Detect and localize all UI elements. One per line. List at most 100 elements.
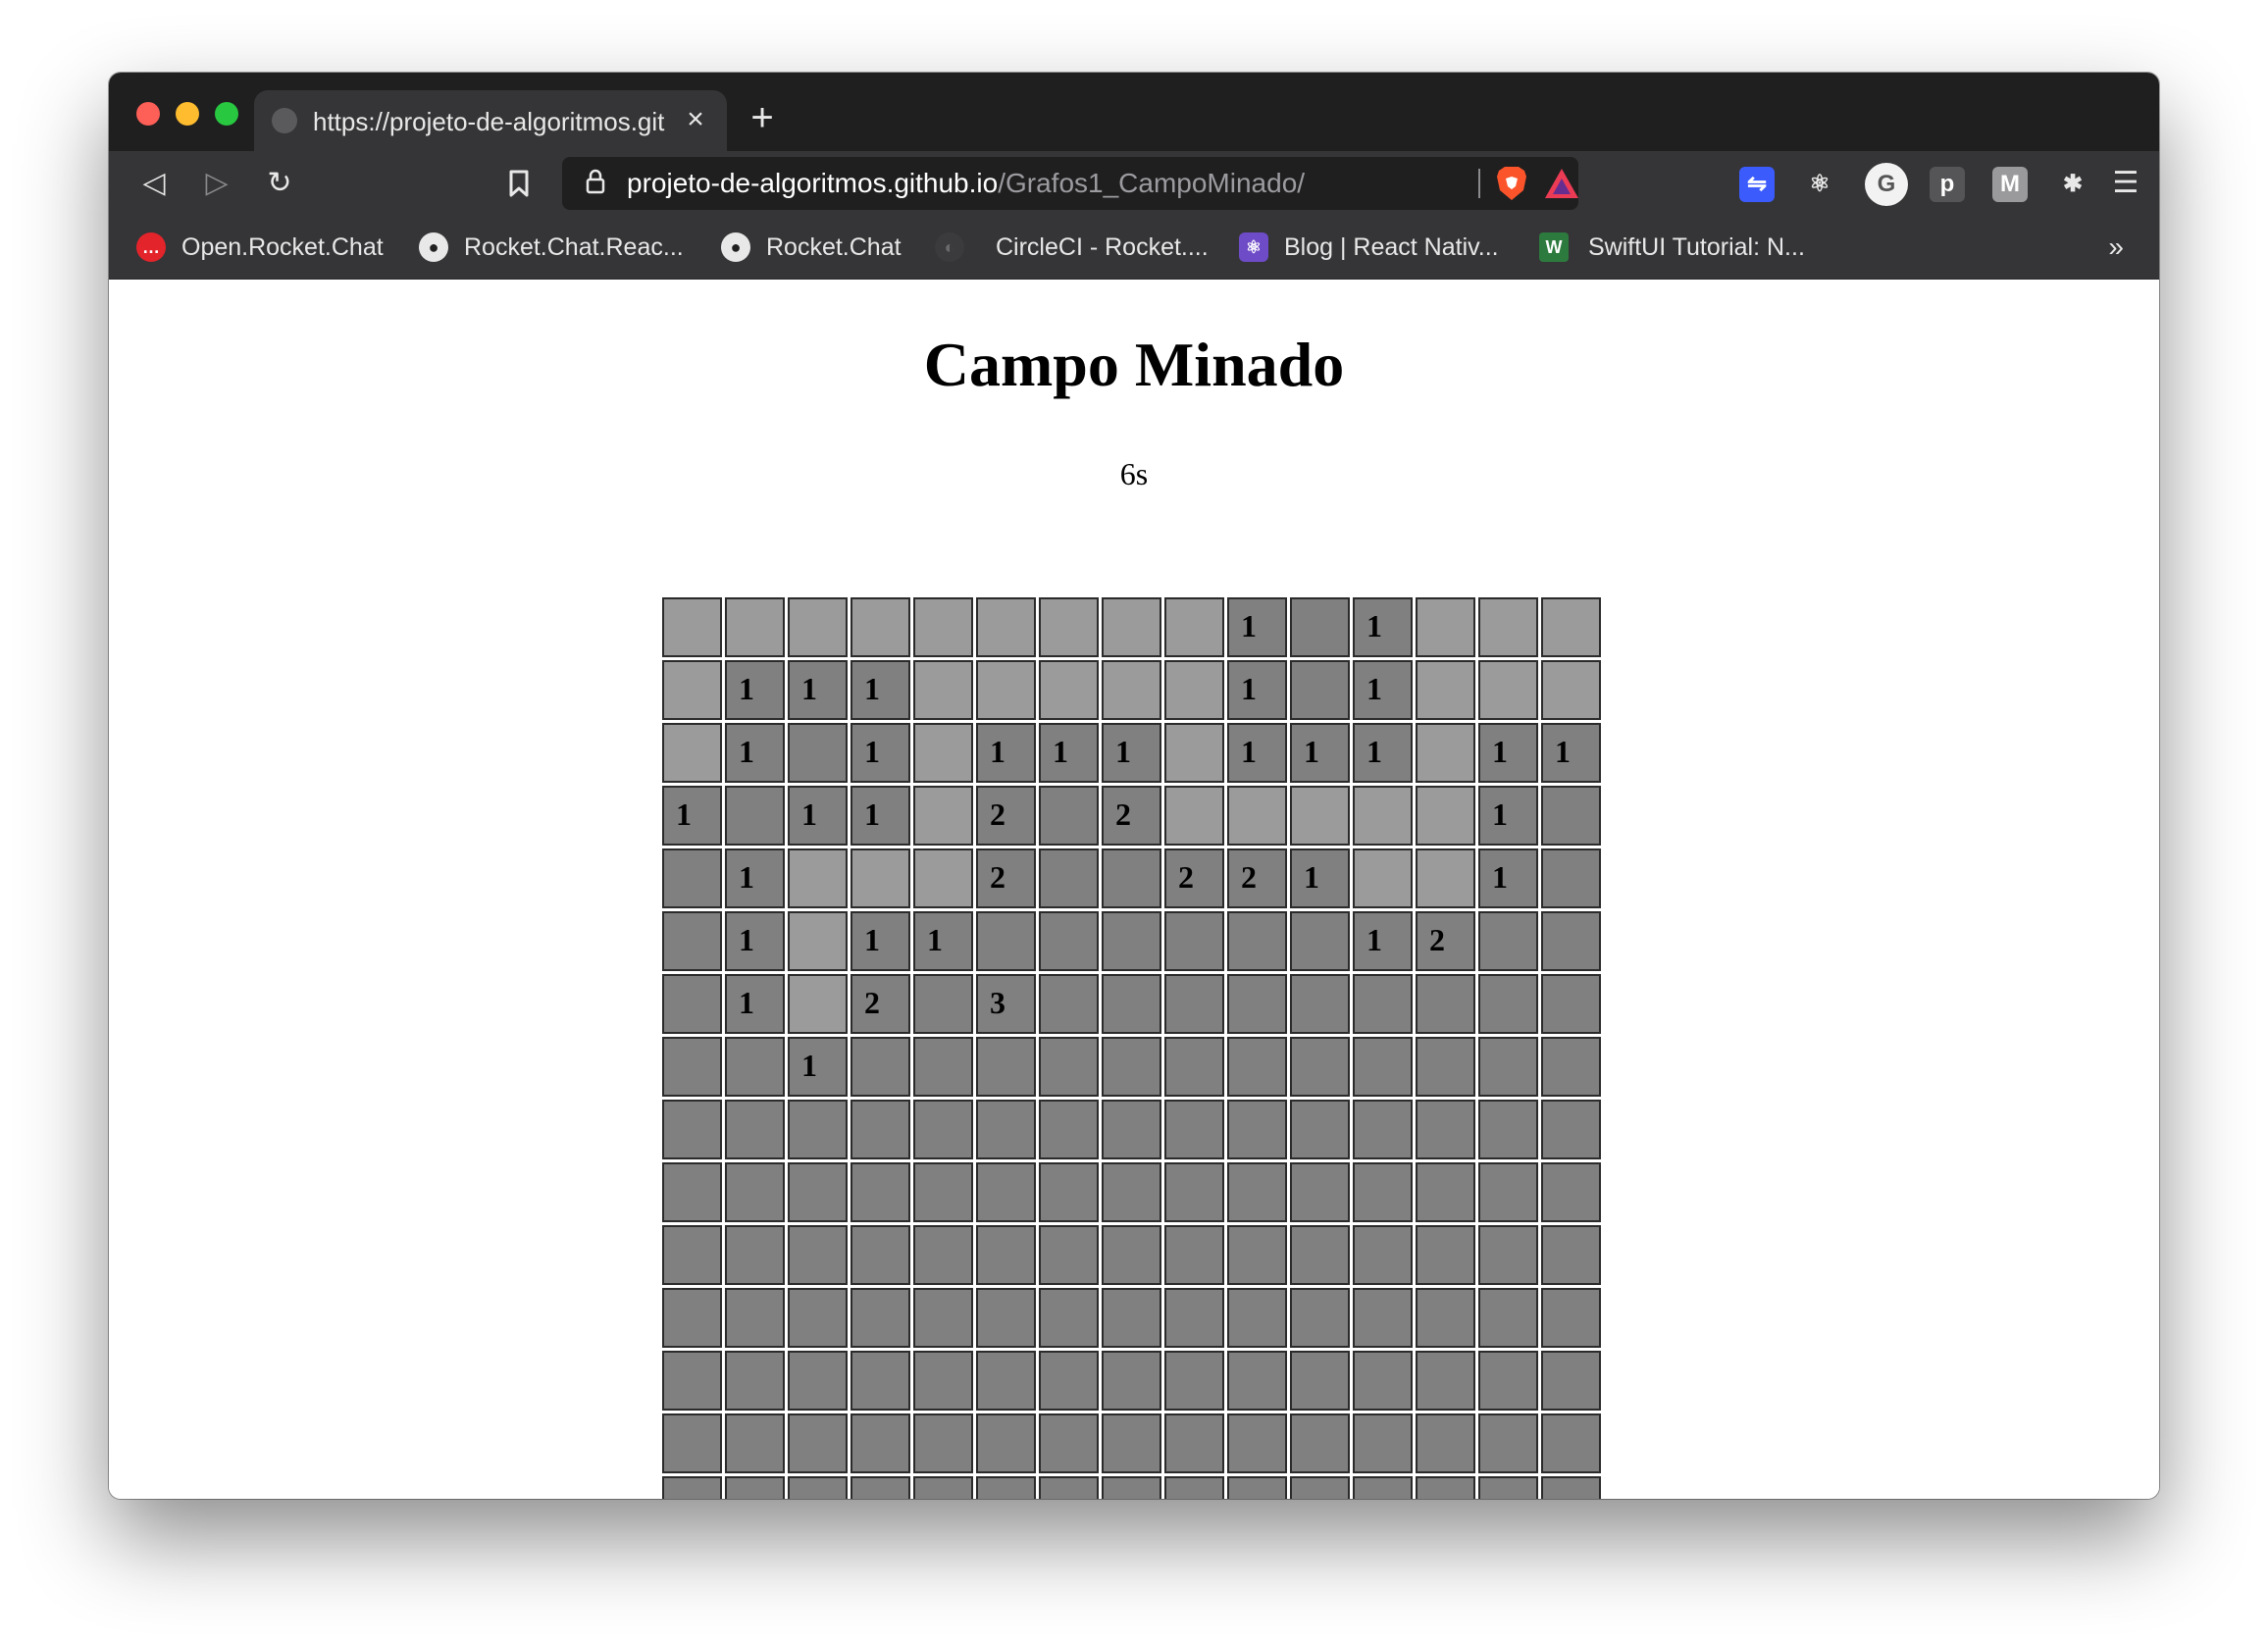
board-cell[interactable] xyxy=(1102,1162,1161,1222)
board-cell[interactable] xyxy=(850,1476,910,1499)
board-cell[interactable] xyxy=(1290,1351,1350,1411)
board-cell[interactable] xyxy=(1102,1288,1161,1348)
board-cell[interactable] xyxy=(913,1037,973,1097)
board-cell[interactable] xyxy=(1416,1476,1475,1499)
board-cell[interactable] xyxy=(1353,1413,1413,1473)
board-cell[interactable] xyxy=(1541,1351,1601,1411)
board-cell[interactable] xyxy=(1164,1100,1224,1159)
board-cell[interactable] xyxy=(1102,660,1161,720)
board-cell[interactable]: 2 xyxy=(1227,848,1287,908)
board-cell[interactable] xyxy=(1039,1037,1099,1097)
board-cell[interactable] xyxy=(850,1162,910,1222)
board-cell[interactable] xyxy=(788,1288,848,1348)
board-cell[interactable] xyxy=(662,1037,722,1097)
board-cell[interactable] xyxy=(850,1413,910,1473)
board-cell[interactable] xyxy=(1416,597,1475,657)
board-cell[interactable] xyxy=(662,597,722,657)
board-cell[interactable] xyxy=(1541,1037,1601,1097)
board-cell[interactable] xyxy=(1227,1162,1287,1222)
bookmark-page-button[interactable] xyxy=(497,163,541,204)
board-cell[interactable] xyxy=(976,1100,1036,1159)
board-cell[interactable]: 1 xyxy=(1353,660,1413,720)
board-cell[interactable] xyxy=(850,848,910,908)
board-cell[interactable]: 1 xyxy=(662,786,722,846)
board-cell[interactable] xyxy=(1039,1100,1099,1159)
zoom-window-button[interactable] xyxy=(215,102,238,126)
back-button[interactable]: ◁ xyxy=(132,163,176,204)
board-cell[interactable] xyxy=(1541,911,1601,971)
board-cell[interactable] xyxy=(1290,911,1350,971)
board-cell[interactable]: 1 xyxy=(1227,723,1287,783)
board-cell[interactable]: 1 xyxy=(1541,723,1601,783)
board-cell[interactable] xyxy=(725,1100,785,1159)
board-cell[interactable] xyxy=(1102,1037,1161,1097)
minimize-window-button[interactable] xyxy=(176,102,199,126)
board-cell[interactable] xyxy=(1164,723,1224,783)
board-cell[interactable] xyxy=(1478,597,1538,657)
board-cell[interactable] xyxy=(1164,911,1224,971)
reload-button[interactable]: ↻ xyxy=(258,163,301,204)
board-cell[interactable]: 1 xyxy=(725,660,785,720)
board-cell[interactable] xyxy=(1227,1351,1287,1411)
board-cell[interactable] xyxy=(1227,1225,1287,1285)
board-cell[interactable]: 1 xyxy=(1478,848,1538,908)
board-cell[interactable] xyxy=(662,1476,722,1499)
board-cell[interactable]: 3 xyxy=(976,974,1036,1034)
board-cell[interactable]: 2 xyxy=(1164,848,1224,908)
board-cell[interactable]: 2 xyxy=(1102,786,1161,846)
board-cell[interactable] xyxy=(1416,1413,1475,1473)
board-cell[interactable] xyxy=(788,1476,848,1499)
board-cell[interactable] xyxy=(662,1162,722,1222)
board-cell[interactable] xyxy=(976,1162,1036,1222)
board-cell[interactable] xyxy=(1478,974,1538,1034)
board-cell[interactable] xyxy=(788,1162,848,1222)
board-cell[interactable] xyxy=(1290,786,1350,846)
board-cell[interactable]: 1 xyxy=(725,848,785,908)
board-cell[interactable] xyxy=(1039,1413,1099,1473)
board-cell[interactable] xyxy=(913,723,973,783)
bookmarks-overflow-button[interactable]: » xyxy=(2108,230,2124,265)
board-cell[interactable] xyxy=(662,723,722,783)
tab-close-button[interactable]: × xyxy=(678,102,713,137)
board-cell[interactable] xyxy=(976,1225,1036,1285)
board-cell[interactable] xyxy=(976,1413,1036,1473)
board-cell[interactable] xyxy=(1416,723,1475,783)
board-cell[interactable] xyxy=(1416,1162,1475,1222)
board-cell[interactable] xyxy=(1541,1288,1601,1348)
close-window-button[interactable] xyxy=(136,102,160,126)
board-cell[interactable] xyxy=(788,1413,848,1473)
board-cell[interactable]: 1 xyxy=(976,723,1036,783)
board-cell[interactable] xyxy=(1353,786,1413,846)
m-extension-icon[interactable]: M xyxy=(1992,167,2028,202)
board-cell[interactable] xyxy=(976,1351,1036,1411)
board-cell[interactable]: 1 xyxy=(1290,723,1350,783)
board-cell[interactable] xyxy=(1102,1351,1161,1411)
board-cell[interactable] xyxy=(662,660,722,720)
board-cell[interactable]: 1 xyxy=(725,974,785,1034)
puzzle-icon[interactable]: ✱ xyxy=(2055,167,2090,202)
board-cell[interactable] xyxy=(725,786,785,846)
board-cell[interactable] xyxy=(1416,1351,1475,1411)
board-cell[interactable] xyxy=(1039,848,1099,908)
board-cell[interactable] xyxy=(1290,1476,1350,1499)
board-cell[interactable] xyxy=(1353,1100,1413,1159)
board-cell[interactable] xyxy=(913,786,973,846)
board-cell[interactable] xyxy=(1102,848,1161,908)
board-cell[interactable] xyxy=(1353,1288,1413,1348)
board-cell[interactable] xyxy=(1227,1413,1287,1473)
board-cell[interactable]: 2 xyxy=(976,848,1036,908)
board-cell[interactable] xyxy=(1353,1351,1413,1411)
board-cell[interactable]: 1 xyxy=(850,911,910,971)
board-cell[interactable] xyxy=(725,1288,785,1348)
board-cell[interactable] xyxy=(1478,1288,1538,1348)
board-cell[interactable] xyxy=(913,597,973,657)
board-cell[interactable] xyxy=(788,723,848,783)
board-cell[interactable] xyxy=(1353,1162,1413,1222)
board-cell[interactable] xyxy=(662,1225,722,1285)
board-cell[interactable] xyxy=(1416,786,1475,846)
board-cell[interactable] xyxy=(1290,1037,1350,1097)
board-cell[interactable] xyxy=(1416,848,1475,908)
board-cell[interactable] xyxy=(1164,1037,1224,1097)
board-cell[interactable] xyxy=(725,1225,785,1285)
board-cell[interactable] xyxy=(788,911,848,971)
